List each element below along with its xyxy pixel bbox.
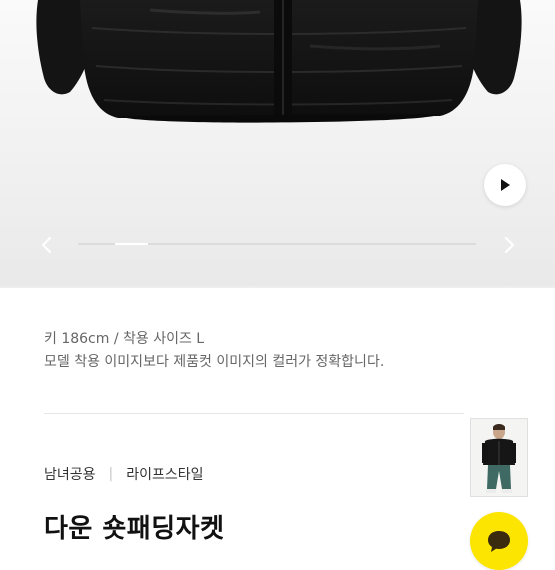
category-separator: |: [108, 466, 114, 482]
color-notice-text: 모델 착용 이미지보다 제품컷 이미지의 컬러가 정확합니다.: [44, 354, 385, 370]
play-icon: [501, 179, 510, 191]
chevron-right-icon: [504, 236, 515, 254]
model-wearing-image: [471, 419, 527, 496]
model-thumbnail[interactable]: [470, 418, 528, 497]
chat-bubble-icon: [488, 531, 510, 552]
model-size-text: 키 186cm / 착용 사이즈 L: [44, 331, 205, 347]
product-category: 남녀공용 | 라이프스타일: [44, 464, 204, 484]
product-title: 다운 숏패딩자켓: [44, 514, 225, 544]
model-info: 키 186cm / 착용 사이즈 L 모델 착용 이미지보다 제품컷 이미지의 …: [44, 328, 384, 374]
chat-button[interactable]: [470, 512, 528, 570]
carousel-progress-indicator: [115, 243, 148, 245]
video-play-button[interactable]: [484, 164, 526, 206]
section-divider: [0, 286, 555, 288]
carousel-next-button[interactable]: [498, 233, 522, 257]
content-divider: [44, 413, 464, 414]
product-image-carousel[interactable]: [0, 0, 555, 286]
chevron-left-icon: [41, 236, 52, 254]
category-gender[interactable]: 남녀공용: [44, 464, 96, 484]
carousel-progress-bar: [78, 243, 476, 245]
category-style[interactable]: 라이프스타일: [126, 464, 203, 484]
carousel-prev-button[interactable]: [34, 233, 58, 257]
